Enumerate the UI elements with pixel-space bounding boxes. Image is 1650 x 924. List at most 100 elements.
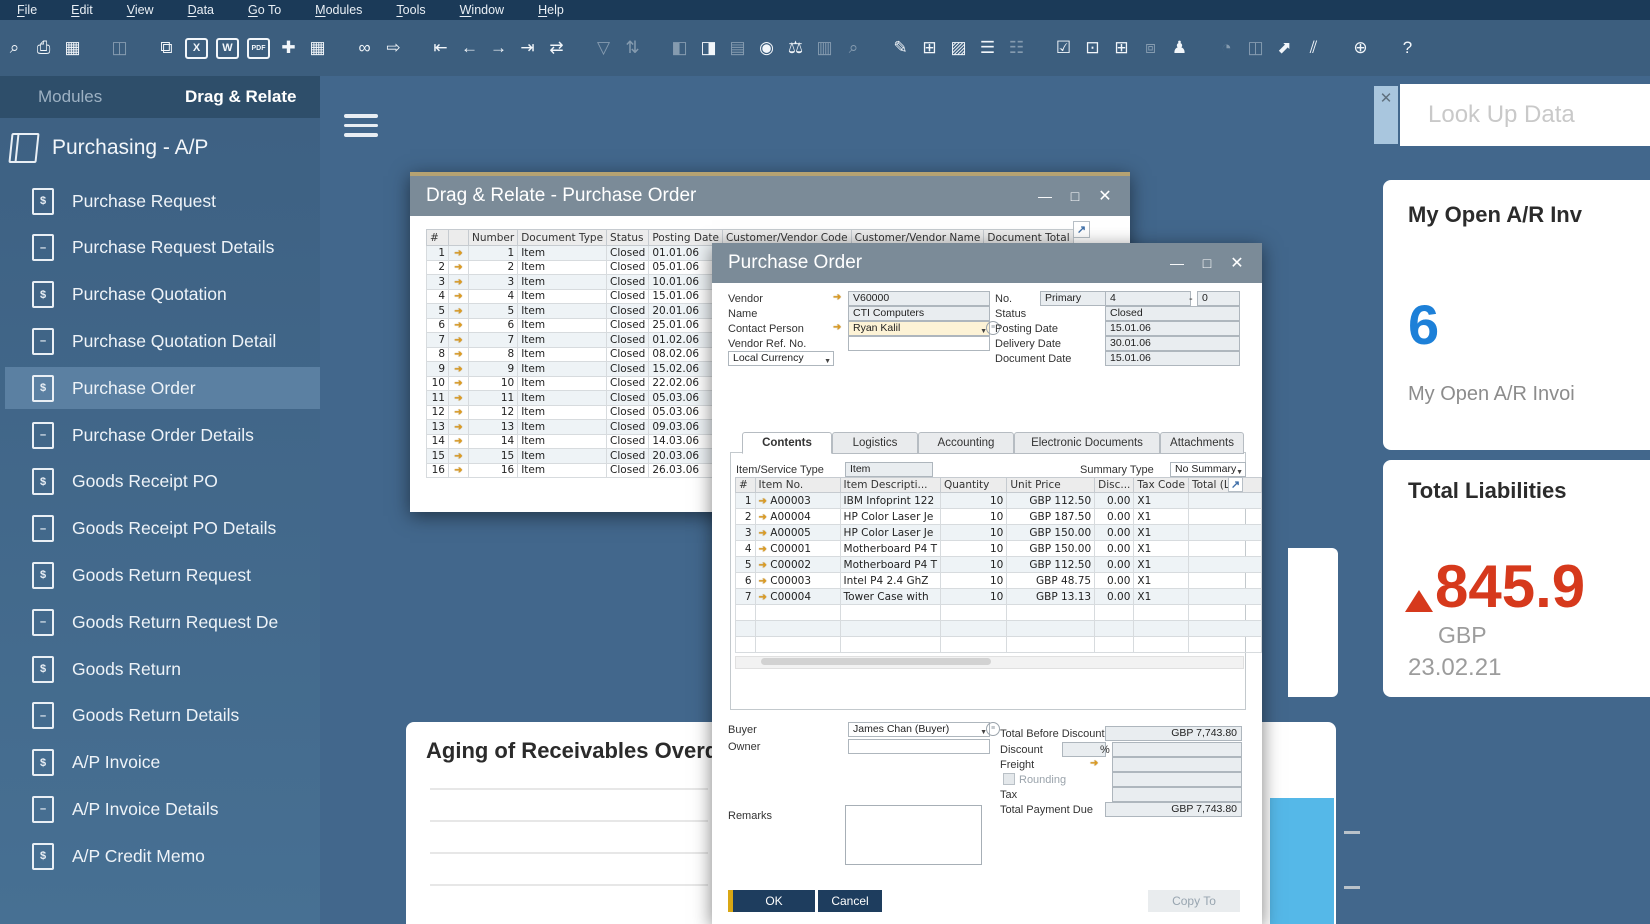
sidebar-item-goods-receipt-po-details[interactable]: –Goods Receipt PO Details: [5, 508, 320, 550]
link-arrow-icon[interactable]: ➔: [759, 528, 767, 539]
toolbar-refresh-record-icon[interactable]: ⇄: [543, 35, 570, 61]
dnr-column-header[interactable]: #: [427, 230, 449, 246]
chevron-down-icon[interactable]: ▼: [824, 355, 831, 366]
link-arrow-icon[interactable]: ➔: [454, 349, 462, 360]
menu-item-window[interactable]: Window: [443, 3, 521, 17]
po-column-header[interactable]: Tax Code: [1134, 478, 1189, 493]
chevron-down-icon[interactable]: ▼: [1236, 466, 1243, 477]
name-field[interactable]: CTI Computers: [848, 306, 990, 321]
toolbar-calculator-icon[interactable]: ⊞: [1108, 35, 1135, 61]
posting-date-field[interactable]: 15.01.06: [1105, 321, 1240, 336]
link-arrow-icon[interactable]: ➔: [454, 320, 462, 331]
link-arrow-icon[interactable]: ➔: [759, 592, 767, 603]
link-arrow-icon[interactable]: ➔: [759, 576, 767, 587]
owner-field[interactable]: [848, 739, 990, 754]
currency-dropdown[interactable]: Local Currency▼: [728, 351, 834, 366]
toolbar-first-record-icon[interactable]: ⇤: [427, 35, 454, 61]
toolbar-print-icon[interactable]: ⎙: [30, 35, 57, 61]
close-icon[interactable]: ✕: [1090, 186, 1120, 206]
link-arrow-icon[interactable]: ➔: [454, 262, 462, 273]
tab-drag-and-relate[interactable]: Drag & Relate: [185, 76, 296, 118]
sidebar-item-purchase-order[interactable]: $Purchase Order: [5, 367, 320, 409]
dnr-column-header[interactable]: Number: [469, 230, 518, 246]
freight-field[interactable]: [1112, 757, 1242, 772]
toolbar-schedule-icon[interactable]: ▦: [59, 35, 86, 61]
tab-modules[interactable]: Modules: [38, 76, 102, 118]
empty-table-row[interactable]: [736, 605, 1262, 621]
link-arrow-icon[interactable]: ➔: [454, 291, 462, 302]
copy-to-button[interactable]: Copy To: [1148, 890, 1240, 912]
link-arrow-icon[interactable]: ➔: [759, 544, 767, 555]
toolbar-export-pdf-icon[interactable]: PDF: [247, 38, 270, 59]
tab-contents[interactable]: Contents: [742, 432, 832, 454]
no-number-field[interactable]: 4: [1105, 291, 1191, 306]
menu-item-data[interactable]: Data: [171, 3, 231, 17]
link-arrow-icon[interactable]: ➔: [454, 422, 462, 433]
close-icon[interactable]: ✕: [1222, 253, 1252, 273]
sidebar-item-goods-return-request-de[interactable]: –Goods Return Request De: [5, 601, 320, 643]
maximize-icon[interactable]: □: [1060, 188, 1090, 204]
link-arrow-icon[interactable]: ➔: [454, 465, 462, 476]
toolbar-export-excel-icon[interactable]: X: [185, 38, 208, 59]
toolbar-form-modes-icon[interactable]: ▨: [945, 35, 972, 61]
scrollbar-thumb[interactable]: [761, 658, 991, 665]
menu-item-file[interactable]: File: [0, 3, 54, 17]
minimize-icon[interactable]: —: [1162, 255, 1192, 271]
link-arrow-icon[interactable]: ➔: [454, 436, 462, 447]
po-column-header[interactable]: Item No.: [755, 478, 840, 493]
link-arrow-icon[interactable]: ➔: [454, 451, 462, 462]
link-arrow-icon[interactable]: ➔: [759, 496, 767, 507]
menu-item-view[interactable]: View: [110, 3, 171, 17]
link-arrow-icon[interactable]: ➔: [454, 335, 462, 346]
link-arrow-icon[interactable]: ➔: [759, 512, 767, 523]
toolbar-help-icon[interactable]: ?: [1394, 35, 1421, 61]
empty-table-row[interactable]: [736, 637, 1262, 653]
link-arrow-icon[interactable]: ➔: [759, 560, 767, 571]
summary-type-dropdown[interactable]: No Summary▼: [1170, 462, 1246, 477]
toolbar-previous-record-icon[interactable]: ←: [456, 35, 483, 61]
vendor-field[interactable]: V60000: [848, 291, 990, 306]
toolbar-user-person-icon[interactable]: ♟: [1166, 35, 1193, 61]
link-arrow-icon[interactable]: ➔: [833, 322, 841, 333]
table-row[interactable]: 4➔ C00001Motherboard P4 T10GBP 150.000.0…: [736, 541, 1262, 557]
toolbar-chart-growth-icon[interactable]: ⬈: [1271, 35, 1298, 61]
sidebar-item-goods-return-details[interactable]: –Goods Return Details: [5, 695, 320, 737]
link-arrow-icon[interactable]: ➔: [454, 364, 462, 375]
toolbar-remarks-note-icon[interactable]: ☰: [974, 35, 1001, 61]
purchase-order-titlebar[interactable]: Purchase Order — □ ✕: [712, 243, 1262, 283]
sidebar-item-a-p-invoice-details[interactable]: –A/P Invoice Details: [5, 788, 320, 830]
menu-item-help[interactable]: Help: [521, 3, 581, 17]
toolbar-copy-table-icon[interactable]: ⧉: [153, 35, 180, 61]
link-arrow-icon[interactable]: ➔: [454, 306, 462, 317]
dnr-column-header[interactable]: Status: [607, 230, 649, 246]
discount-amount-field[interactable]: [1112, 742, 1242, 757]
po-column-header[interactable]: Unit Price: [1007, 478, 1095, 493]
table-row[interactable]: 2➔ A00004HP Color Laser Je10GBP 187.500.…: [736, 509, 1262, 525]
rounding-checkbox[interactable]: [1003, 773, 1015, 785]
sidebar-item-purchase-request[interactable]: $Purchase Request: [5, 180, 320, 222]
toolbar-legal-scales-icon[interactable]: ⚖: [782, 35, 809, 61]
total-liabilities-card[interactable]: Total Liabilities 845.9 GBP 23.02.21: [1383, 460, 1650, 697]
menu-item-modules[interactable]: Modules: [298, 3, 379, 17]
po-column-header[interactable]: Disc...: [1095, 478, 1134, 493]
table-row[interactable]: 5➔ C00002Motherboard P4 T10GBP 112.500.0…: [736, 557, 1262, 573]
menu-item-tools[interactable]: Tools: [379, 3, 442, 17]
sidebar-section-header[interactable]: Purchasing - A/P: [10, 130, 208, 166]
toolbar-move-window-icon[interactable]: ✚: [275, 35, 302, 61]
sidebar-item-a-p-credit-memo[interactable]: $A/P Credit Memo: [5, 835, 320, 877]
toolbar-approval-checklist-icon[interactable]: ☑: [1050, 35, 1077, 61]
toolbar-payment-out-icon[interactable]: ◨: [695, 35, 722, 61]
po-column-header[interactable]: Quantity: [941, 478, 1007, 493]
table-row[interactable]: 1➔ A00003IBM Infoprint 12210GBP 112.500.…: [736, 493, 1262, 509]
toolbar-last-record-icon[interactable]: ⇥: [514, 35, 541, 61]
open-ar-invoices-card[interactable]: My Open A/R Inv 6 My Open A/R Invoi: [1383, 180, 1650, 450]
delivery-date-field[interactable]: 30.01.06: [1105, 336, 1240, 351]
toolbar-form-settings-icon[interactable]: ⊞: [916, 35, 943, 61]
table-row[interactable]: 3➔ A00005HP Color Laser Je10GBP 150.000.…: [736, 525, 1262, 541]
sidebar-item-goods-return[interactable]: $Goods Return: [5, 648, 320, 690]
sidebar-item-goods-receipt-po[interactable]: $Goods Receipt PO: [5, 461, 320, 503]
tab-electronic-documents[interactable]: Electronic Documents: [1014, 432, 1160, 454]
sidebar-item-purchase-quotation[interactable]: $Purchase Quotation: [5, 274, 320, 316]
toolbar-web-browser-icon[interactable]: ⊕: [1347, 35, 1374, 61]
minimize-icon[interactable]: —: [1030, 188, 1060, 204]
